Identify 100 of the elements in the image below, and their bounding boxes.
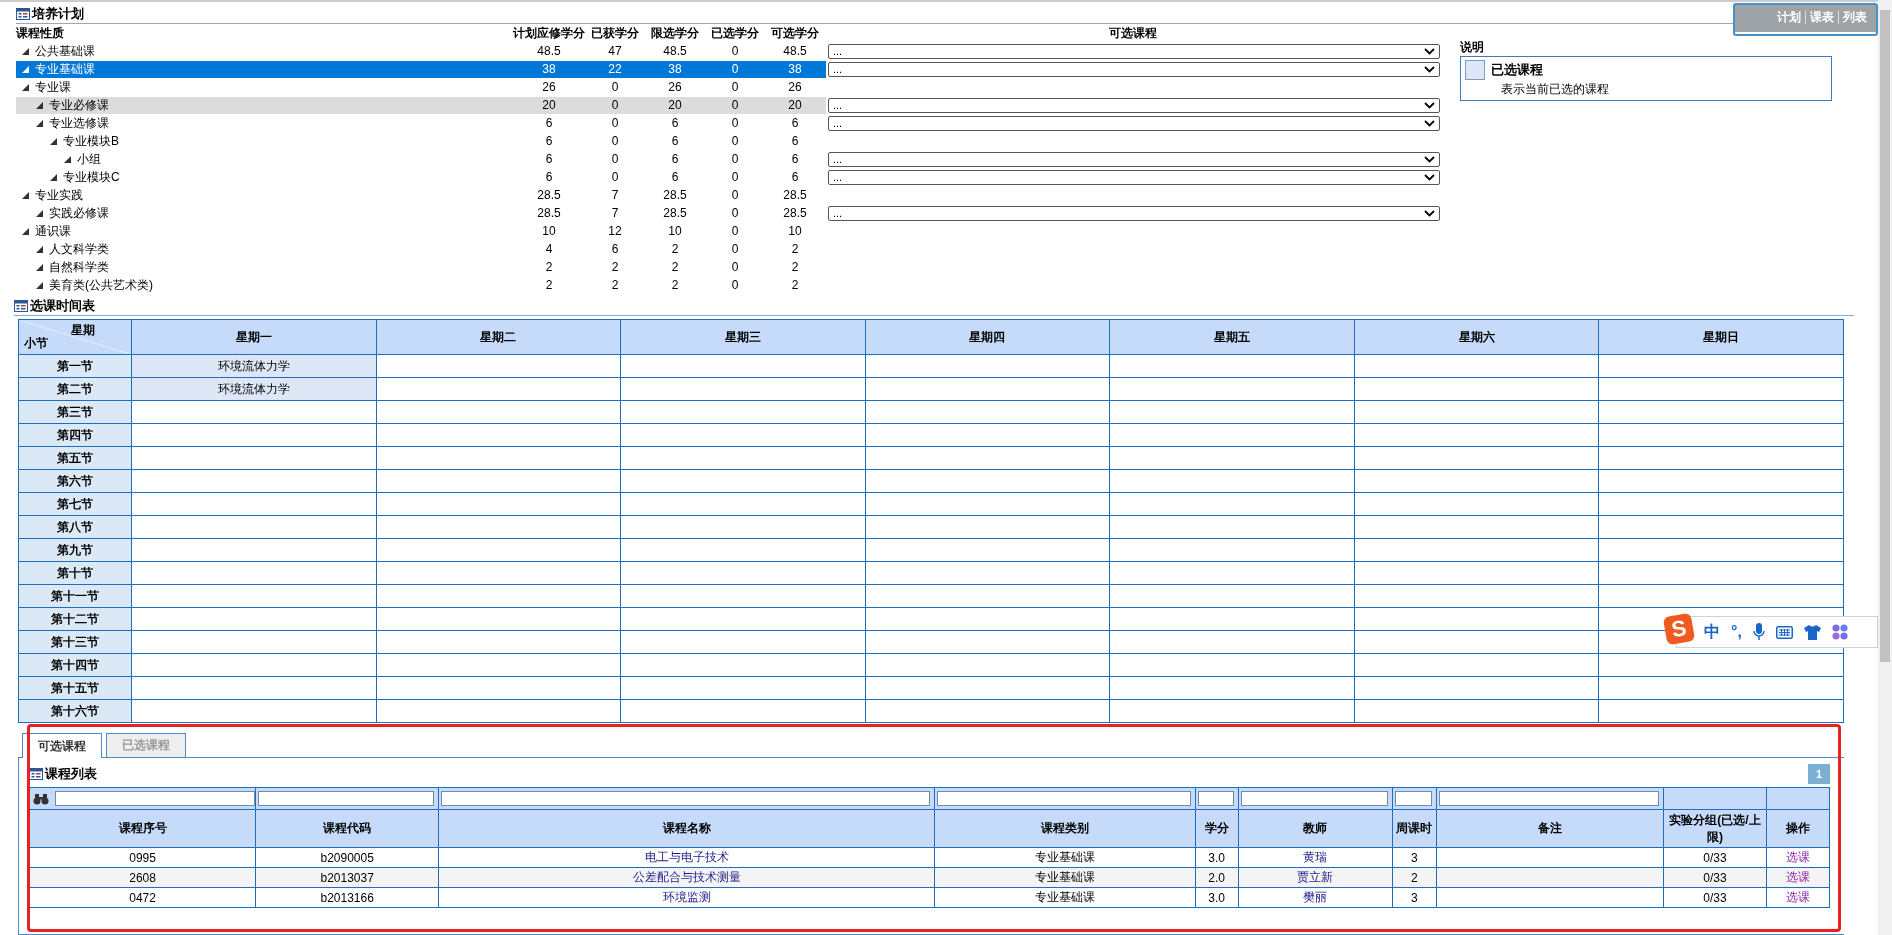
filter-field[interactable] bbox=[1240, 791, 1388, 806]
tree-row[interactable]: 专业实践 28.5 7 28.5 0 28.5 bbox=[16, 186, 826, 204]
expander-icon[interactable] bbox=[22, 83, 29, 91]
apps-icon[interactable] bbox=[1831, 624, 1848, 640]
column-header: 周课时 bbox=[1392, 809, 1437, 848]
expander-icon[interactable] bbox=[36, 245, 43, 253]
scrollbar-thumb[interactable] bbox=[1880, 10, 1890, 662]
filter-field[interactable] bbox=[441, 791, 931, 806]
tab[interactable]: 可选课程 bbox=[22, 733, 102, 758]
expander-icon[interactable] bbox=[22, 47, 29, 55]
credit-value: 2 bbox=[670, 278, 680, 292]
category-name: 美育类(公共艺术类) bbox=[49, 278, 153, 292]
credit-value: 2 bbox=[790, 242, 800, 256]
tree-row[interactable]: 通识课 10 12 10 0 10 bbox=[16, 222, 826, 240]
course-link[interactable]: 公差配合与技术测量 bbox=[632, 870, 741, 884]
tree-row[interactable]: 专业模块B 6 0 6 0 6 bbox=[16, 132, 826, 150]
legend-description: 表示当前已选的课程 bbox=[1500, 81, 1610, 98]
expander-icon[interactable] bbox=[36, 263, 43, 271]
table-cell: 3.0 bbox=[1195, 847, 1239, 868]
microphone-icon[interactable] bbox=[1752, 623, 1765, 641]
column-header: 限选学分 bbox=[650, 26, 700, 40]
filter-field[interactable] bbox=[55, 791, 256, 806]
credit-value: 6 bbox=[544, 116, 554, 130]
tree-row[interactable]: 公共基础课 48.5 47 48.5 0 48.5 bbox=[16, 42, 826, 60]
credit-value: 0 bbox=[730, 242, 740, 256]
credit-value: 0 bbox=[730, 170, 740, 184]
tree-row[interactable]: 人文科学类 4 6 2 0 2 bbox=[16, 240, 826, 258]
input-mode-toggle[interactable]: 中 bbox=[1704, 621, 1720, 643]
filter-field[interactable] bbox=[1394, 791, 1432, 806]
category-name: 公共基础课 bbox=[35, 44, 95, 58]
tree-row[interactable]: 专业模块C 6 0 6 0 6 bbox=[16, 168, 826, 186]
tree-row[interactable]: 美育类(公共艺术类) 2 2 2 0 2 bbox=[16, 276, 826, 294]
column-header: 课程性质 bbox=[16, 26, 65, 40]
table-cell: 3.0 bbox=[1195, 887, 1239, 908]
course-dropdown[interactable]: ... bbox=[828, 61, 1440, 77]
binoculars-icon[interactable] bbox=[33, 792, 49, 805]
course-dropdown[interactable]: ... bbox=[828, 43, 1440, 59]
period-label: 第一节 bbox=[18, 354, 132, 378]
expander-icon[interactable] bbox=[22, 227, 29, 235]
tree-row[interactable]: 专业基础课 38 22 38 0 38 bbox=[16, 60, 826, 78]
credit-value: 0 bbox=[610, 170, 620, 184]
table-icon bbox=[16, 8, 30, 20]
credit-value: 0 bbox=[730, 152, 740, 166]
period-label: 第十六节 bbox=[18, 699, 132, 723]
course-dropdown[interactable]: ... bbox=[828, 205, 1440, 221]
course-link[interactable]: 电工与电子技术 bbox=[644, 850, 729, 864]
period-label: 第十二节 bbox=[18, 607, 132, 631]
tree-row[interactable]: 专业选修课 6 0 6 0 6 bbox=[16, 114, 826, 132]
filter-field[interactable] bbox=[937, 791, 1191, 806]
course-cell[interactable]: 环境流体力学 bbox=[131, 377, 377, 401]
shirt-icon[interactable] bbox=[1803, 624, 1821, 640]
expander-icon[interactable] bbox=[50, 173, 57, 181]
keyboard-icon[interactable] bbox=[1775, 625, 1793, 639]
filter-field[interactable] bbox=[1438, 791, 1659, 806]
credit-value: 2 bbox=[610, 278, 620, 292]
credit-value: 6 bbox=[790, 116, 800, 130]
credit-value: 6 bbox=[790, 170, 800, 184]
credit-value: 0 bbox=[730, 206, 740, 220]
column-header: 备注 bbox=[1436, 809, 1664, 848]
punctuation-toggle[interactable]: °, bbox=[1731, 623, 1742, 641]
table-cell: 专业基础课 bbox=[935, 887, 1196, 908]
expander-icon[interactable] bbox=[36, 119, 43, 127]
expander-icon[interactable] bbox=[36, 209, 43, 217]
credit-value: 4 bbox=[544, 242, 554, 256]
column-header: 学分 bbox=[1195, 809, 1239, 848]
course-link[interactable]: 环境监测 bbox=[662, 890, 711, 904]
tree-row[interactable]: 小组 6 0 6 0 6 bbox=[16, 150, 826, 168]
tree-row[interactable]: 专业必修课 20 0 20 0 20 bbox=[16, 96, 826, 114]
course-dropdown[interactable]: ... bbox=[828, 97, 1440, 113]
expander-icon[interactable] bbox=[36, 281, 43, 289]
filter-field[interactable] bbox=[1197, 791, 1234, 806]
credit-value: 48.5 bbox=[662, 44, 688, 58]
credit-value: 6 bbox=[670, 116, 680, 130]
course-link[interactable]: 黄瑞 bbox=[1303, 850, 1328, 864]
credit-value: 28.5 bbox=[662, 188, 688, 202]
credit-value: 26 bbox=[787, 80, 803, 94]
course-dropdown[interactable]: ... bbox=[828, 115, 1440, 131]
chevron-down-icon bbox=[1424, 119, 1435, 127]
expander-icon[interactable] bbox=[50, 137, 57, 145]
column-header: 可选课程 bbox=[1108, 26, 1158, 40]
category-name: 专业选修课 bbox=[49, 116, 109, 130]
course-dropdown[interactable]: ... bbox=[828, 169, 1440, 185]
course-link[interactable]: 樊丽 bbox=[1303, 890, 1328, 904]
credit-value: 28.5 bbox=[782, 206, 808, 220]
tree-row[interactable]: 专业课 26 0 26 0 26 bbox=[16, 78, 826, 96]
day-header: 星期四 bbox=[865, 319, 1110, 355]
credit-value: 26 bbox=[541, 80, 557, 94]
expander-icon[interactable] bbox=[36, 101, 43, 109]
course-cell[interactable]: 环境流体力学 bbox=[131, 354, 377, 378]
credit-value: 0 bbox=[730, 260, 740, 274]
category-name: 专业模块B bbox=[63, 134, 119, 148]
course-link[interactable]: 贾立新 bbox=[1297, 870, 1334, 884]
tree-row[interactable]: 自然科学类 2 2 2 0 2 bbox=[16, 258, 826, 276]
expander-icon[interactable] bbox=[22, 191, 29, 199]
period-label: 第三节 bbox=[18, 400, 132, 424]
filter-field[interactable] bbox=[258, 791, 435, 806]
table-cell: b2090005 bbox=[255, 847, 439, 868]
tree-row[interactable]: 实践必修课 28.5 7 28.5 0 28.5 bbox=[16, 204, 826, 222]
expander-icon[interactable] bbox=[64, 155, 71, 163]
course-dropdown[interactable]: ... bbox=[828, 151, 1440, 167]
